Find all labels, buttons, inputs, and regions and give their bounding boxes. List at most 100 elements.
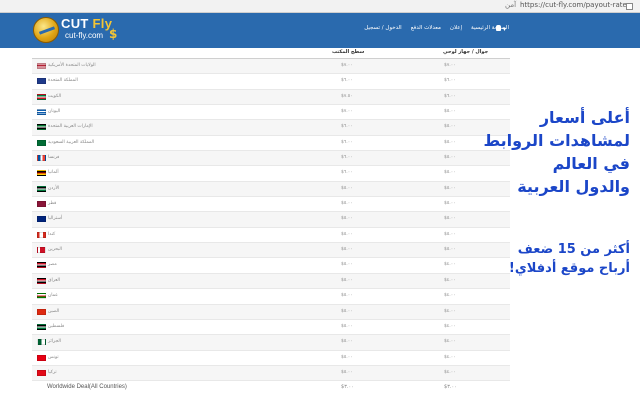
rate-mobile: $٦.٠٠ xyxy=(444,78,456,84)
country-name: فلسطين xyxy=(48,323,65,329)
rate-desktop: $٦.٠٠ xyxy=(341,78,353,84)
flag-fr-icon xyxy=(37,155,46,162)
rate-mobile: $٤.٠٠ xyxy=(444,323,456,329)
table-row: فرنسا $٦.٠٠ $٥.٠٠ xyxy=(32,151,510,167)
rate-desktop: $٧.٠٠ xyxy=(341,63,353,68)
table-header: جوال / جهاز لوحي سطح المكتب xyxy=(32,48,510,59)
flag-om-icon xyxy=(37,293,46,300)
country-name: الكويت xyxy=(48,93,62,99)
nav-login-signup[interactable]: الدخول / تسجيل xyxy=(364,25,402,31)
header-desktop: سطح المكتب xyxy=(332,49,365,55)
rate-mobile: $٤.٠٠ xyxy=(444,339,456,345)
promo-line: أعلى أسعار xyxy=(539,108,630,127)
nav-payout-rates[interactable]: معدلات الدفع xyxy=(411,25,441,31)
table-row: فلسطين $٥.٠٠ $٤.٠٠ xyxy=(32,320,510,336)
promo-headline: أعلى أسعار لمشاهدات الروابط في العالم وا… xyxy=(483,106,630,198)
country-name: تونس xyxy=(48,354,59,360)
country-name: مصر xyxy=(48,262,57,268)
flag-gr-icon xyxy=(37,109,46,116)
secure-label: آمن xyxy=(505,1,517,9)
logo-brand: CUT Fly xyxy=(61,16,113,31)
page-icon xyxy=(626,3,633,10)
site-navbar: CUT Fly cut-fly.com $ الصفحة الرئيسية إع… xyxy=(0,13,640,48)
flag-au-icon xyxy=(37,216,46,223)
table-row: الأردن $٥.٠٠ $٥.٠٠ xyxy=(32,181,510,198)
promo-line: لمشاهدات الروابط xyxy=(483,131,630,150)
table-row: الجزائر $٥.٠٠ $٤.٠٠ xyxy=(32,335,510,351)
rate-desktop: $٦.٠٠ xyxy=(341,155,353,161)
promo-line: أرباح موقع أدفلاي! xyxy=(508,261,630,276)
rate-mobile: $٤.٠٠ xyxy=(444,293,456,299)
country-name: كندا xyxy=(48,231,56,237)
table-row: أستراليا $٥.٠٠ $٥.٠٠ xyxy=(32,212,510,228)
rate-desktop: $٥.٠٠ xyxy=(341,185,353,191)
header-mobile-tablet: جوال / جهاز لوحي xyxy=(443,49,489,55)
table-row: ألمانيا $٦.٠٠ $٥.٠٠ xyxy=(32,166,510,182)
flag-iq-icon xyxy=(37,277,46,284)
rate-mobile: $٣.٠٠ xyxy=(444,384,457,391)
promo-subheadline: أكثر من 15 ضعف أرباح موقع أدفلاي! xyxy=(509,240,630,278)
table-row: الصين $٥.٠٠ $٤.٠٠ xyxy=(32,304,510,320)
country-name: أستراليا xyxy=(48,216,63,222)
rate-mobile: $٥.٠٠ xyxy=(444,231,456,237)
rate-desktop: $٥.٠٠ xyxy=(341,231,353,237)
table-body: الولايات المتحدة الأمريكية $٧.٠٠ $٧.٠٠ المم… xyxy=(32,59,510,397)
table-row: قطر $٥.٠٠ $٥.٠٠ xyxy=(32,197,510,213)
table-row: العراق $٥.٠٠ $٤.٠٠ xyxy=(32,273,510,290)
flag-bh-icon xyxy=(37,247,46,254)
country-name: المملكة المتحدة xyxy=(48,78,78,84)
dollar-icon: $ xyxy=(109,27,118,41)
flag-cn-icon xyxy=(37,308,46,315)
flag-qa-icon xyxy=(37,201,46,208)
rate-mobile: $٤.٠٠ xyxy=(444,277,456,283)
table-row: البحرين $٥.٠٠ $٥.٠٠ xyxy=(32,243,510,259)
rate-mobile: $٥.٠٠ xyxy=(444,185,456,191)
table-row: تونس $٥.٠٠ $٤.٠٠ xyxy=(32,351,510,366)
country-name: قطر xyxy=(48,201,57,207)
rate-desktop: $٣.٠٠ xyxy=(341,384,354,391)
rate-mobile: $٥.٠٠ xyxy=(444,139,456,145)
flag-dz-icon xyxy=(37,339,46,346)
url-text[interactable]: https://cut-fly.com/payout-rates xyxy=(520,1,630,9)
rate-mobile: $٥.٠٠ xyxy=(444,170,456,176)
rate-desktop: $٥.٠٠ xyxy=(341,323,353,329)
rate-mobile: $٥.٠٠ xyxy=(444,201,456,207)
flag-ae-icon xyxy=(37,124,46,131)
rate-desktop: $٥.٠٠ xyxy=(341,277,353,283)
table-row: الإمارات العربية المتحدة $٦.٠٠ $٥.٠٠ xyxy=(32,120,510,136)
browser-address-bar[interactable]: آمن https://cut-fly.com/payout-rates xyxy=(0,0,640,13)
flag-ca-icon xyxy=(37,231,46,238)
rate-mobile: $٥.٠٠ xyxy=(444,109,456,115)
table-row: عمان $٥.٠٠ $٤.٠٠ xyxy=(32,289,510,305)
rate-mobile: $٥.٠٠ xyxy=(444,155,456,161)
rate-mobile: $٥.٠٠ xyxy=(444,247,456,253)
site-logo[interactable]: CUT Fly cut-fly.com $ xyxy=(33,16,123,44)
chevron-down-icon[interactable]: ▾ xyxy=(503,26,506,33)
rate-desktop: $٥.٠٠ xyxy=(341,201,353,207)
rate-desktop: $٦.٠٠ xyxy=(341,139,353,145)
rate-desktop: $٧.٠٠ xyxy=(341,109,353,115)
country-name: فرنسا xyxy=(48,155,60,161)
country-name: ألمانيا xyxy=(48,170,59,176)
rate-desktop: $٦.٠٠ xyxy=(341,170,353,176)
nav-advertise[interactable]: إعلان xyxy=(450,25,462,31)
rate-desktop: $٥.٠٠ xyxy=(341,262,353,268)
rate-desktop: $٧.٥٠ xyxy=(341,93,353,99)
rate-mobile: $٤.٠٠ xyxy=(444,262,456,268)
flag-ps-icon xyxy=(37,323,46,330)
promo-line: في العالم xyxy=(552,154,630,173)
table-row: الكويت $٧.٥٠ $٦.٠٠ xyxy=(32,89,510,106)
table-row: الولايات المتحدة الأمريكية $٧.٠٠ $٧.٠٠ xyxy=(32,59,510,75)
table-row: المملكة المتحدة $٦.٠٠ $٦.٠٠ xyxy=(32,74,510,90)
country-name: العراق xyxy=(48,277,61,283)
user-icon[interactable] xyxy=(496,25,501,31)
rate-mobile: $٥.٠٠ xyxy=(444,124,456,130)
promo-line: أكثر من 15 ضعف xyxy=(517,242,630,257)
table-row: تركيا $٥.٠٠ $٤.٠٠ xyxy=(32,365,510,382)
country-name: اليونان xyxy=(48,109,61,115)
country-name: الولايات المتحدة الأمريكية xyxy=(48,63,96,68)
promo-line: والدول العربية xyxy=(517,177,630,196)
country-name: المملكة العربية السعودية xyxy=(48,139,95,145)
nav-menu: الصفحة الرئيسية إعلان معدلات الدفع الدخو… xyxy=(364,25,509,31)
country-name: Worldwide Deal(All Countries) xyxy=(47,384,127,391)
